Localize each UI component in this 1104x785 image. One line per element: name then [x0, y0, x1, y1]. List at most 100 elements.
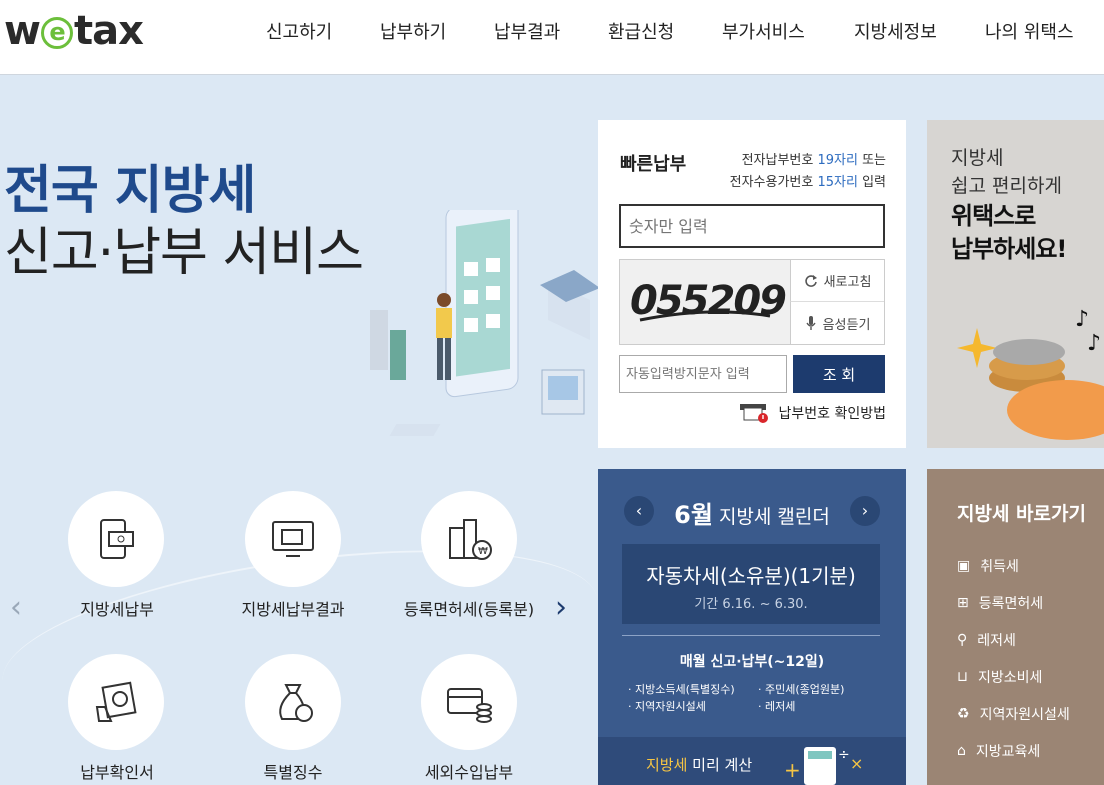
- bicycle-icon: ⚲: [957, 631, 968, 648]
- service-label: 납부확인서: [80, 763, 154, 782]
- svg-text:₩: ₩: [478, 546, 488, 557]
- desc1-highlight: 19자리: [817, 153, 858, 168]
- captcha-refresh-button[interactable]: 새로고침: [790, 260, 884, 302]
- monthly-item: · 지역자원시설세: [628, 700, 706, 713]
- calendar-title-text: 지방세 캘린더: [712, 506, 830, 528]
- monthly-item: · 지방소득세(특별징수): [628, 683, 735, 696]
- shortcut-title: 지방세 바로가기: [957, 503, 1086, 525]
- local-tax-calendar: ‹ › 6월 지방세 캘린더 자동차세(소유분)(1기분) 기간 6.16. ~…: [598, 469, 906, 785]
- service-label: 세외수입납부: [424, 763, 514, 782]
- shortcut-label: 등록면허세: [978, 595, 1044, 612]
- chevron-left-icon: ‹: [10, 590, 22, 625]
- shortcut-list: ▣ 취득세 ⊞ 등록면허세 ⚲ 레저세 ⊔ 지방소비세 ♻ 지역자원시설세 ⌂ 지방교육세: [957, 547, 1070, 769]
- shortcut-registration-tax[interactable]: ⊞ 등록면허세: [957, 584, 1070, 621]
- monitor-folder-icon: [272, 521, 314, 557]
- shortcut-leisure-tax[interactable]: ⚲ 레저세: [957, 621, 1070, 658]
- shortcut-label: 취득세: [980, 558, 1019, 575]
- calculator-icon: + ÷ ×: [784, 747, 863, 785]
- wetax-logo[interactable]: w e tax: [4, 8, 144, 54]
- receipt-alert-icon: [739, 404, 768, 423]
- service-special-collection[interactable]: [245, 654, 341, 750]
- hero-illustration: [370, 210, 600, 436]
- coin-illustration: ♪ ♪: [957, 307, 1104, 440]
- tax-calculator-link[interactable]: 지방세 미리 계산 + ÷ ×: [598, 737, 906, 785]
- desc1-pre: 전자납부번호: [741, 153, 818, 168]
- service-label: 특별징수: [263, 763, 323, 782]
- certificate-hand-icon: [95, 681, 137, 722]
- captcha-box: 055209 새로고침 음성듣기: [619, 259, 885, 345]
- nav-pay[interactable]: 납부하기: [380, 18, 446, 44]
- payment-card-icon: [100, 519, 134, 559]
- monthly-title: 매월 신고·납부(~12일): [679, 654, 825, 670]
- desc2-highlight: 15자리: [817, 175, 858, 190]
- help-label: 납부번호 확인방법: [778, 406, 887, 422]
- hero-subtitle: 신고·납부 서비스: [4, 223, 364, 283]
- svg-text:♪: ♪: [1075, 307, 1089, 332]
- service-local-tax-payment[interactable]: [68, 491, 164, 587]
- nav-my-wetax[interactable]: 나의 위택스: [985, 18, 1074, 44]
- refresh-label: 새로고침: [823, 275, 872, 290]
- payment-number-input[interactable]: [619, 204, 885, 248]
- plus-box-icon: ⊞: [957, 594, 969, 611]
- captcha-input[interactable]: [619, 355, 787, 393]
- calendar-month: 6월: [674, 501, 713, 529]
- captcha-strike: [639, 310, 771, 322]
- captcha-image: 055209: [620, 260, 790, 344]
- svg-text:+: +: [784, 758, 801, 782]
- calc-highlight: 지방세: [646, 756, 688, 774]
- shortcut-label: 지방소비세: [977, 669, 1043, 686]
- payment-number-help-link[interactable]: 납부번호 확인방법: [739, 402, 887, 424]
- graduation-cap-icon: ⌂: [957, 742, 966, 759]
- shortcut-label: 레저세: [977, 632, 1016, 649]
- shortcut-resource-tax[interactable]: ♻ 지역자원시설세: [957, 695, 1070, 732]
- nav-local-tax-info[interactable]: 지방세정보: [854, 18, 937, 44]
- quick-pay-panel: 빠른납부 전자납부번호 19자리 또는 전자수용가번호 15자리 입력 0552…: [598, 120, 906, 448]
- search-button[interactable]: 조 회: [793, 355, 885, 393]
- nav-file[interactable]: 신고하기: [266, 18, 332, 44]
- calendar-event-card[interactable]: 자동차세(소유분)(1기분) 기간 6.16. ~ 6.30.: [622, 544, 880, 624]
- svg-text:÷: ÷: [838, 747, 850, 763]
- refresh-icon: [804, 274, 817, 287]
- site-header: w e tax 신고하기 납부하기 납부결과 환급신청 부가서비스 지방세정보 나의…: [0, 0, 1104, 75]
- cart-icon: ⊔: [957, 668, 968, 685]
- shortcut-label: 지방교육세: [975, 743, 1041, 760]
- monthly-items: · 지방소득세(특별징수) · 주민세(종업원분) · 지역자원시설세 · 레저…: [628, 681, 888, 715]
- services-prev-button[interactable]: ‹: [10, 590, 22, 625]
- service-label: 등록면허세(등록분): [403, 600, 535, 619]
- service-label: 지방세납부: [80, 600, 154, 619]
- nav-refund[interactable]: 환급신청: [608, 18, 674, 44]
- nav-extra-service[interactable]: 부가서비스: [722, 18, 805, 44]
- svg-text:×: ×: [850, 754, 863, 773]
- service-label: 지방세납부결과: [241, 600, 345, 619]
- logo-tax: tax: [73, 8, 144, 54]
- buildings-won-icon: ₩: [449, 519, 492, 560]
- calculator-label: 지방세 미리 계산: [646, 754, 752, 775]
- service-registration-tax[interactable]: ₩: [421, 491, 517, 587]
- local-tax-shortcut-panel: 지방세 바로가기 ▣ 취득세 ⊞ 등록면허세 ⚲ 레저세 ⊔ 지방소비세 ♻ 지역자원시설…: [927, 469, 1104, 785]
- shortcut-acquisition-tax[interactable]: ▣ 취득세: [957, 547, 1070, 584]
- service-non-tax-payment[interactable]: [421, 654, 517, 750]
- microphone-icon: [805, 316, 816, 330]
- chevron-right-icon: ›: [555, 590, 567, 625]
- nav-pay-result[interactable]: 납부결과: [494, 18, 560, 44]
- services-next-button[interactable]: ›: [555, 590, 567, 625]
- calc-post: 미리 계산: [687, 756, 753, 774]
- desc2-post: 입력: [857, 175, 886, 190]
- captcha-audio-button[interactable]: 음성듣기: [790, 302, 884, 344]
- shortcut-consumption-tax[interactable]: ⊔ 지방소비세: [957, 658, 1070, 695]
- service-payment-result[interactable]: [245, 491, 341, 587]
- building-icon: ▣: [957, 557, 971, 574]
- desc1-post: 또는: [857, 153, 886, 168]
- shortcut-education-tax[interactable]: ⌂ 지방교육세: [957, 732, 1070, 769]
- desc2-pre: 전자수용가번호: [729, 175, 818, 190]
- audio-label: 음성듣기: [822, 317, 871, 333]
- logo-w: w: [4, 8, 41, 54]
- service-payment-certificate[interactable]: [68, 654, 164, 750]
- shortcut-label: 지역자원시설세: [979, 706, 1070, 723]
- recycle-icon: ♻: [957, 705, 970, 722]
- quick-pay-title: 빠른납부: [620, 154, 687, 175]
- calendar-divider: [622, 635, 880, 636]
- promo-banner[interactable]: 지방세 쉽고 편리하게 위택스로 납부하세요! ♪ ♪: [927, 120, 1104, 448]
- monthly-item: · 레저세: [758, 700, 796, 713]
- logo-e: e: [40, 17, 73, 49]
